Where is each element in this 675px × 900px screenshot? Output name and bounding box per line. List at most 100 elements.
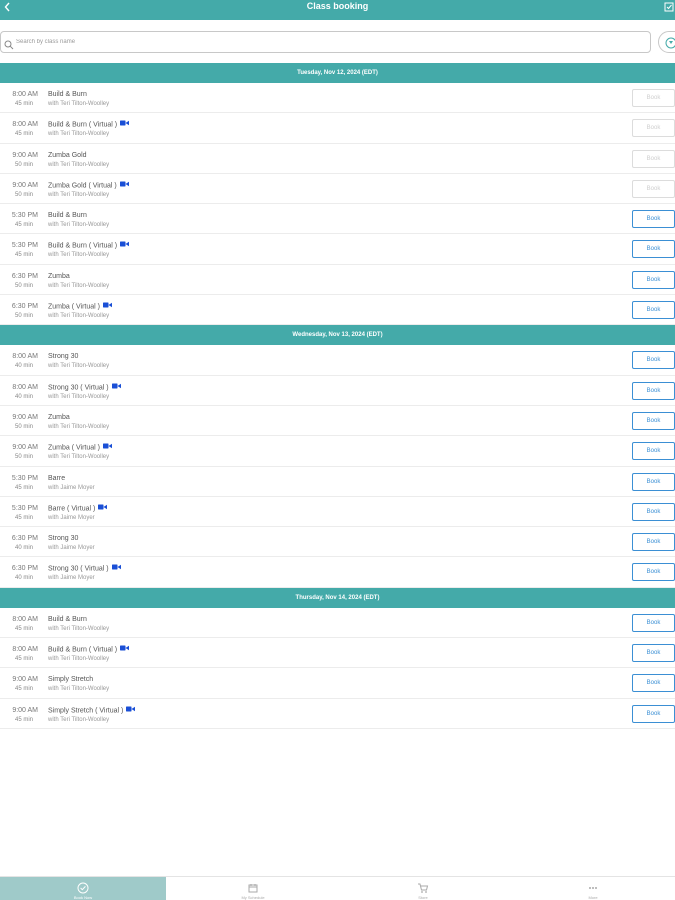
book-button[interactable]: Book [632, 240, 675, 259]
class-duration: 45 min [14, 131, 33, 138]
class-name-line: Build & Burn ( Virtual ) [48, 241, 130, 250]
book-button[interactable]: Book [632, 533, 675, 552]
class-name: Barre ( Virtual ) [48, 505, 96, 513]
class-row[interactable]: 6:30 PM 40 min Strong 30 ( Virtual ) with J… [0, 557, 675, 588]
book-button[interactable]: Book [632, 442, 675, 461]
class-time: 5:30 PM [11, 474, 38, 482]
class-time: 9:00 AM [12, 181, 38, 189]
book-button[interactable]: Book [632, 472, 675, 491]
book-button[interactable]: Book [632, 270, 675, 289]
class-time: 5:30 PM [11, 242, 38, 250]
video-camera-icon [120, 120, 130, 129]
class-row[interactable]: 9:00 AM 50 min Zumba Gold ( Virtual ) with … [0, 174, 675, 205]
class-duration: 40 min [14, 363, 33, 370]
book-button[interactable]: Book [632, 613, 675, 632]
class-time: 5:30 PM [11, 504, 38, 512]
class-instructor: with Jaime Moyer [48, 484, 95, 491]
filter-icon [665, 37, 675, 49]
class-name: Build & Burn ( Virtual ) [48, 646, 118, 654]
class-row[interactable]: 8:00 AM 45 min Build & Burn with Teri Tilto… [0, 83, 675, 114]
book-button[interactable]: Book [632, 210, 675, 229]
class-row[interactable]: 9:00 AM 50 min Zumba ( Virtual ) with Teri … [0, 436, 675, 467]
book-button[interactable]: Book [632, 411, 675, 430]
class-name: Barre [48, 474, 66, 482]
checkbox-square-icon[interactable] [663, 0, 675, 12]
class-duration: 50 min [14, 423, 33, 430]
class-row[interactable]: 6:30 PM 50 min Zumba with Teri Tilton-Wooll… [0, 265, 675, 296]
book-button[interactable]: Book [632, 149, 675, 168]
book-button[interactable]: Book [632, 704, 675, 723]
class-time: 8:00 AM [12, 91, 38, 98]
tab-book-now[interactable]: Book Now [0, 877, 166, 900]
tab-my-schedule[interactable]: My Schedule [170, 877, 336, 900]
class-instructor: with Jaime Moyer [48, 514, 95, 521]
book-button[interactable]: Book [632, 381, 675, 400]
bottom-tab-bar: Book Now My Schedule Store More [0, 876, 675, 900]
class-time: 8:00 AM [12, 615, 38, 623]
class-row[interactable]: 5:30 PM 45 min Build & Burn ( Virtual ) wit… [0, 234, 675, 265]
day-header: Wednesday, Nov 13, 2024 (EDT) [0, 325, 675, 346]
class-row[interactable]: 9:00 AM 50 min Zumba Gold with Teri Tilton-… [0, 144, 675, 174]
cart-icon [417, 881, 429, 893]
class-name: Build & Burn ( Virtual ) [48, 242, 118, 250]
class-name-line: Zumba Gold ( Virtual ) [48, 181, 129, 190]
class-row[interactable]: 9:00 AM 45 min Simply Stretch with Teri Til… [0, 668, 675, 699]
class-duration: 45 min [14, 514, 33, 521]
class-duration: 45 min [14, 101, 33, 107]
class-duration: 45 min [14, 222, 33, 229]
class-instructor: with Teri Tilton-Woolley [48, 716, 110, 723]
class-row[interactable]: 5:30 PM 45 min Barre with Jaime Moyer Book [0, 467, 675, 497]
class-row[interactable]: 6:30 PM 40 min Strong 30 with Jaime Moyer Bo… [0, 527, 675, 558]
class-row[interactable]: 5:30 PM 45 min Build & Burn with Teri Tilto… [0, 204, 675, 235]
class-row[interactable]: 5:30 PM 45 min Barre ( Virtual ) with Jaime… [0, 497, 675, 528]
class-name-line: Barre ( Virtual ) [48, 504, 108, 513]
class-name-line: Strong 30 [48, 534, 78, 543]
book-button[interactable]: Book [632, 563, 675, 582]
class-instructor: with Jaime Moyer [48, 575, 95, 582]
class-time: 8:00 AM [12, 121, 38, 129]
class-row[interactable]: 8:00 AM 45 min Build & Burn ( Virtual ) wit… [0, 113, 675, 144]
class-duration: 50 min [14, 313, 33, 320]
book-button[interactable]: Book [632, 351, 675, 370]
class-row[interactable]: 8:00 AM 45 min Build & Burn ( Virtual ) wit… [0, 638, 675, 669]
filter-button[interactable] [658, 31, 675, 53]
class-row[interactable]: 8:00 AM 40 min Strong 30 ( Virtual ) with T… [0, 376, 675, 406]
book-button[interactable]: Book [632, 502, 675, 521]
class-time: 6:30 PM [11, 303, 38, 311]
tab-store[interactable]: Store [340, 877, 506, 900]
class-time: 9:00 AM [12, 676, 38, 684]
class-duration: 45 min [14, 252, 33, 259]
book-button[interactable]: Book [632, 89, 675, 107]
class-name-line: Simply Stretch [48, 675, 93, 684]
class-name-line: Zumba ( Virtual ) [48, 443, 112, 452]
class-instructor: with Teri Tilton-Woolley [48, 191, 110, 198]
class-duration: 50 min [14, 161, 33, 168]
tab-more[interactable]: More [510, 877, 675, 900]
class-list: Tuesday, Nov 12, 2024 (EDT) 8:00 AM 45 min… [0, 63, 675, 729]
class-name: Zumba ( Virtual ) [48, 444, 100, 452]
calendar-icon [247, 881, 259, 893]
class-instructor: with Jaime Moyer [48, 545, 95, 552]
class-row[interactable]: 8:00 AM 45 min Build & Burn with Teri Tilto… [0, 608, 675, 639]
book-button[interactable]: Book [632, 644, 675, 663]
book-button[interactable]: Book [632, 179, 675, 198]
class-name: Strong 30 [48, 535, 79, 543]
class-name-line: Build & Burn ( Virtual ) [48, 120, 130, 129]
class-name: Simply Stretch ( Virtual ) [48, 706, 124, 714]
more-icon [587, 881, 599, 893]
video-camera-icon [111, 564, 121, 573]
class-name-line: Strong 30 ( Virtual ) [48, 564, 121, 573]
book-button[interactable]: Book [632, 301, 675, 320]
class-row[interactable]: 9:00 AM 50 min Zumba with Teri Tilton-Wooll… [0, 406, 675, 437]
class-name-line: Simply Stretch ( Virtual ) [48, 706, 136, 715]
class-name-line: Strong 30 [48, 352, 78, 361]
class-name: Build & Burn ( Virtual ) [48, 121, 118, 129]
search-input[interactable] [16, 34, 636, 50]
class-row[interactable]: 6:30 PM 50 min Zumba ( Virtual ) with Teri … [0, 295, 675, 326]
class-instructor: with Teri Tilton-Woolley [48, 625, 110, 632]
class-row[interactable]: 9:00 AM 45 min Simply Stretch ( Virtual ) w… [0, 699, 675, 729]
class-row[interactable]: 8:00 AM 40 min Strong 30 with Teri Tilton-W… [0, 345, 675, 376]
book-button[interactable]: Book [632, 674, 675, 693]
video-camera-icon [103, 302, 112, 311]
book-button[interactable]: Book [632, 119, 675, 138]
